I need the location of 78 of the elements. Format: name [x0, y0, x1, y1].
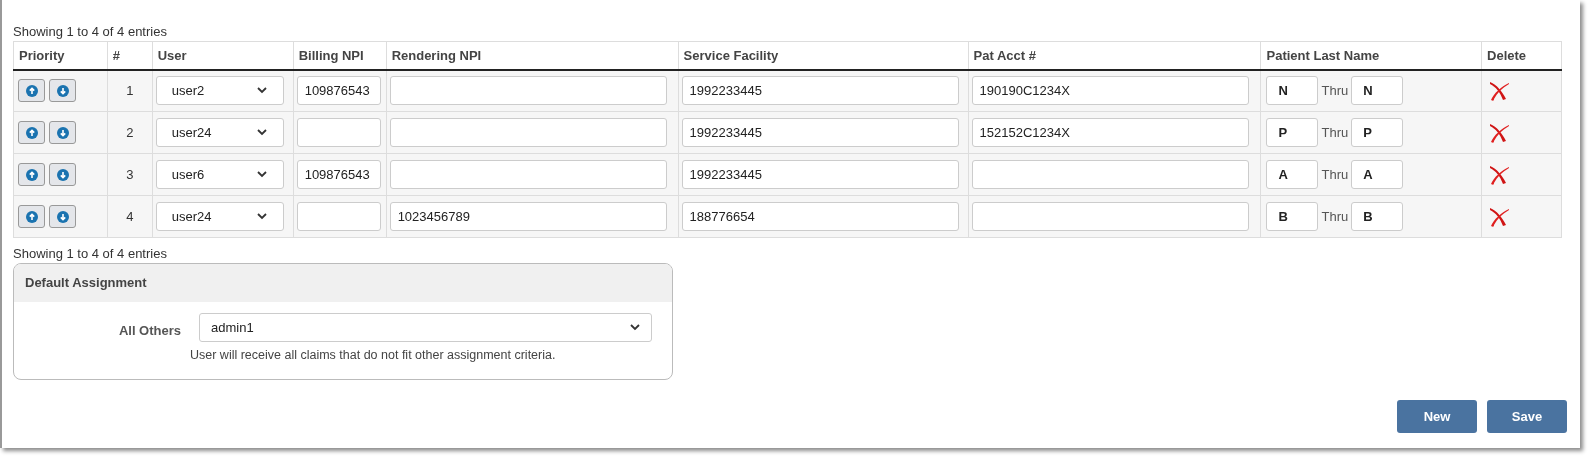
move-down-button[interactable]	[49, 163, 76, 186]
account-number-field[interactable]	[971, 202, 1249, 231]
move-down-button[interactable]	[49, 79, 76, 103]
column-header: Delete	[1487, 47, 1527, 63]
column-header: Rendering NPI	[391, 47, 482, 63]
field-label: All Others	[118, 323, 181, 338]
last-name-to-field[interactable]: N	[1351, 76, 1404, 106]
user-dropdown[interactable]: user24	[155, 202, 284, 231]
arrow-down-icon	[56, 168, 69, 181]
column-header: Pat Acct #	[973, 47, 1036, 63]
move-up-button[interactable]	[18, 163, 45, 186]
rendering-npi-field[interactable]: 1023456789	[389, 202, 667, 231]
delete-icon[interactable]	[1488, 205, 1511, 228]
delete-icon[interactable]	[1488, 121, 1511, 144]
service-facility-field[interactable]: 188776654	[681, 202, 959, 231]
billing-npi-field[interactable]: 109876543	[296, 160, 381, 189]
column-header: #	[112, 47, 121, 63]
thru-label: Thru	[1321, 165, 1349, 184]
billing-npi-field[interactable]	[296, 202, 381, 231]
move-up-button[interactable]	[18, 121, 45, 144]
move-up-button[interactable]	[18, 205, 45, 228]
arrow-up-icon	[25, 126, 38, 139]
last-name-to-field[interactable]: B	[1351, 202, 1404, 231]
billing-npi-field[interactable]: 109876543	[296, 76, 381, 106]
billing-npi-field[interactable]	[296, 118, 381, 147]
move-down-button[interactable]	[49, 121, 76, 144]
last-name-from-field[interactable]: B	[1266, 202, 1319, 231]
service-facility-field[interactable]: 1992233445	[681, 76, 959, 106]
move-down-button[interactable]	[49, 205, 76, 228]
chevron-down-icon	[256, 213, 267, 220]
entries-info: Showing 1 to 4 of 4 entries	[13, 23, 167, 41]
chevron-down-icon	[256, 129, 267, 136]
row-number: 3	[126, 166, 134, 182]
move-up-button[interactable]	[18, 79, 45, 103]
account-number-field[interactable]	[971, 160, 1249, 189]
arrow-down-icon	[56, 126, 69, 139]
chevron-down-icon	[256, 87, 267, 95]
thru-label: Thru	[1321, 82, 1349, 100]
rendering-npi-field[interactable]	[389, 160, 667, 189]
arrow-up-icon	[25, 210, 38, 223]
panel-title: Default Assignment	[25, 274, 147, 293]
chevron-down-icon	[256, 171, 267, 178]
thru-label: Thru	[1321, 123, 1349, 142]
action-button[interactable]: Save	[1487, 400, 1567, 433]
column-header: Service Facility	[683, 47, 779, 63]
entries-info: Showing 1 to 4 of 4 entries	[13, 245, 167, 263]
user-dropdown[interactable]: user2	[155, 76, 284, 106]
thru-label: Thru	[1321, 207, 1349, 226]
action-button[interactable]: New	[1397, 400, 1477, 433]
last-name-from-field[interactable]: A	[1266, 160, 1319, 189]
service-facility-field[interactable]: 1992233445	[681, 160, 959, 189]
arrow-down-icon	[56, 84, 69, 97]
account-number-field[interactable]: 152152C1234X	[971, 118, 1249, 147]
account-number-field[interactable]: 190190C1234X	[971, 76, 1249, 106]
last-name-to-field[interactable]: A	[1351, 160, 1404, 189]
column-header: User	[157, 47, 187, 63]
rendering-npi-field[interactable]	[389, 76, 667, 106]
last-name-to-field[interactable]: P	[1351, 118, 1404, 147]
row-number: 4	[126, 208, 134, 224]
help-text: User will receive all claims that do not fit other assignment criteria.	[190, 347, 556, 364]
last-name-from-field[interactable]: P	[1266, 118, 1319, 147]
chevron-down-icon	[630, 324, 640, 331]
service-facility-field[interactable]: 1992233445	[681, 118, 959, 147]
assignee-dropdown[interactable]: admin1	[199, 313, 652, 342]
arrow-up-icon	[25, 168, 38, 181]
column-header: Patient Last Name	[1266, 47, 1380, 63]
delete-icon[interactable]	[1488, 79, 1511, 102]
column-header: Priority	[19, 47, 65, 63]
column-header: Billing NPI	[298, 47, 364, 63]
row-number: 2	[126, 124, 134, 140]
user-dropdown[interactable]: user24	[155, 118, 284, 147]
user-dropdown[interactable]: user6	[155, 160, 284, 189]
last-name-from-field[interactable]: N	[1266, 76, 1319, 106]
delete-icon[interactable]	[1488, 163, 1511, 186]
arrow-down-icon	[56, 210, 69, 223]
arrow-up-icon	[25, 84, 38, 97]
rendering-npi-field[interactable]	[389, 118, 667, 147]
row-number: 1	[126, 83, 134, 98]
